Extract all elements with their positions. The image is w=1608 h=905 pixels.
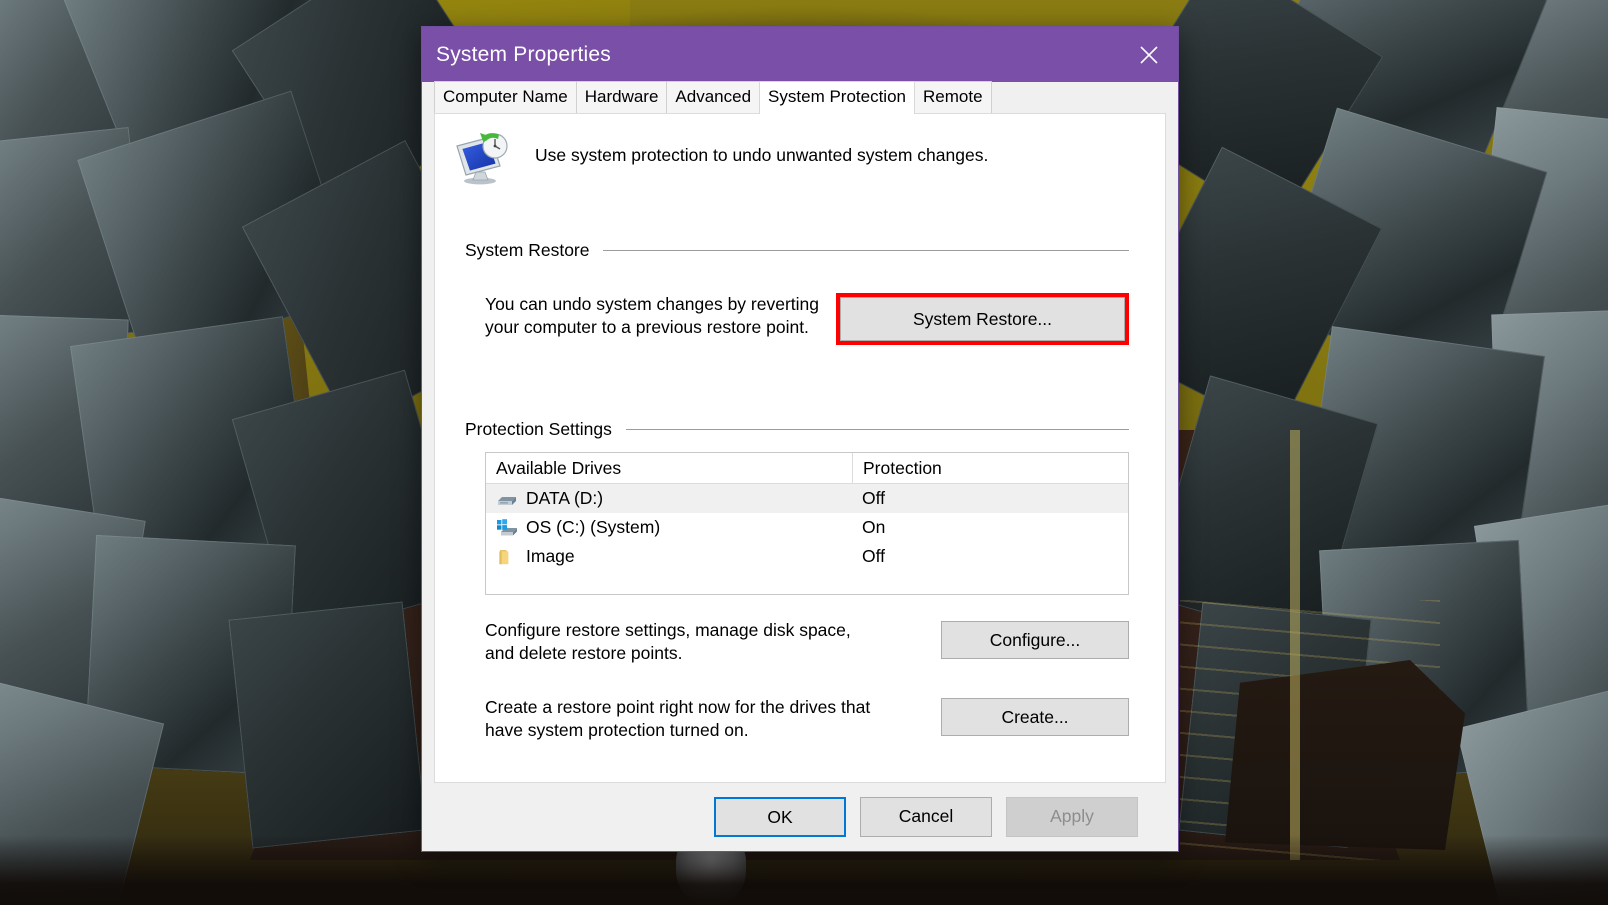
system-restore-shield-icon bbox=[453, 130, 511, 186]
create-description-line1: Create a restore point right now for the… bbox=[485, 696, 871, 717]
drive-name-cell: DATA (D:) bbox=[486, 488, 852, 509]
drives-table-header: Available Drives Protection bbox=[486, 453, 1128, 484]
drive-row-os-c[interactable]: OS (C:) (System) On bbox=[486, 513, 1128, 542]
hard-drive-icon bbox=[496, 489, 518, 509]
system-restore-button[interactable]: System Restore... bbox=[840, 297, 1125, 341]
window-title: System Properties bbox=[436, 42, 611, 66]
background-equipment bbox=[1225, 660, 1465, 850]
title-bar: System Properties bbox=[422, 27, 1178, 82]
system-restore-row: You can undo system changes by reverting… bbox=[435, 293, 1165, 345]
dialog-button-bar: OK Cancel Apply bbox=[422, 783, 1178, 851]
drive-label: OS (C:) (System) bbox=[526, 517, 661, 537]
tab-remote[interactable]: Remote bbox=[914, 81, 992, 113]
drive-row-data-d[interactable]: DATA (D:) Off bbox=[486, 484, 1128, 513]
ok-button[interactable]: OK bbox=[714, 797, 846, 837]
system-restore-description-line1: You can undo system changes by reverting bbox=[485, 294, 820, 314]
close-button[interactable] bbox=[1120, 27, 1178, 82]
drive-row-image[interactable]: Image Off bbox=[486, 542, 1128, 571]
background-railing bbox=[1290, 430, 1300, 860]
drive-label: Image bbox=[526, 546, 575, 566]
system-restore-group-label: System Restore bbox=[465, 240, 590, 260]
configure-description: Configure restore settings, manage disk … bbox=[485, 619, 941, 666]
system-properties-dialog: System Properties Computer Name Hardware… bbox=[421, 26, 1179, 852]
cancel-button[interactable]: Cancel bbox=[860, 797, 992, 837]
configure-row: Configure restore settings, manage disk … bbox=[435, 619, 1165, 666]
drive-protection-value: Off bbox=[862, 488, 886, 508]
protection-settings-group-header: Protection Settings bbox=[435, 419, 1165, 440]
close-icon bbox=[1138, 44, 1160, 66]
system-restore-description-line2: your computer to a previous restore poin… bbox=[485, 317, 809, 338]
system-restore-description: You can undo system changes by reverting… bbox=[485, 293, 836, 340]
tab-hardware[interactable]: Hardware bbox=[575, 81, 668, 113]
column-header-protection[interactable]: Protection bbox=[852, 453, 1128, 483]
drive-name-cell: OS (C:) (System) bbox=[486, 517, 852, 538]
background-metal-arch-left bbox=[0, 0, 514, 905]
configure-description-line2: and delete restore points. bbox=[485, 643, 683, 664]
system-protection-panel: Use system protection to undo unwanted s… bbox=[434, 113, 1166, 783]
protection-settings-group-label: Protection Settings bbox=[465, 419, 612, 439]
tab-strip: Computer Name Hardware Advanced System P… bbox=[422, 81, 1178, 114]
configure-description-line1: Configure restore settings, manage disk … bbox=[485, 620, 851, 640]
configure-button[interactable]: Configure... bbox=[941, 621, 1129, 659]
create-description: Create a restore point right now for the… bbox=[485, 696, 941, 743]
folder-icon bbox=[496, 547, 518, 567]
column-header-available-drives[interactable]: Available Drives bbox=[486, 458, 852, 479]
create-row: Create a restore point right now for the… bbox=[435, 696, 1165, 743]
panel-header: Use system protection to undo unwanted s… bbox=[435, 114, 1165, 186]
tab-advanced[interactable]: Advanced bbox=[666, 81, 761, 113]
windows-system-drive-icon bbox=[496, 518, 518, 538]
create-button[interactable]: Create... bbox=[941, 697, 1129, 736]
system-restore-group-header: System Restore bbox=[435, 240, 1165, 261]
drive-protection-value: Off bbox=[862, 546, 886, 566]
available-drives-listbox[interactable]: Available Drives Protection DATA (D:) Of… bbox=[485, 452, 1129, 595]
panel-description: Use system protection to undo unwanted s… bbox=[535, 145, 989, 165]
drive-protection-value: On bbox=[862, 517, 886, 537]
apply-button: Apply bbox=[1006, 797, 1138, 837]
tab-system-protection[interactable]: System Protection bbox=[759, 81, 915, 114]
system-restore-highlight-box: System Restore... bbox=[836, 293, 1129, 345]
tab-computer-name[interactable]: Computer Name bbox=[434, 81, 577, 113]
drive-label: DATA (D:) bbox=[526, 488, 604, 508]
protection-settings-divider bbox=[625, 429, 1129, 430]
system-restore-divider bbox=[603, 250, 1129, 251]
create-description-line2: have system protection turned on. bbox=[485, 719, 749, 740]
drive-name-cell: Image bbox=[486, 546, 852, 567]
